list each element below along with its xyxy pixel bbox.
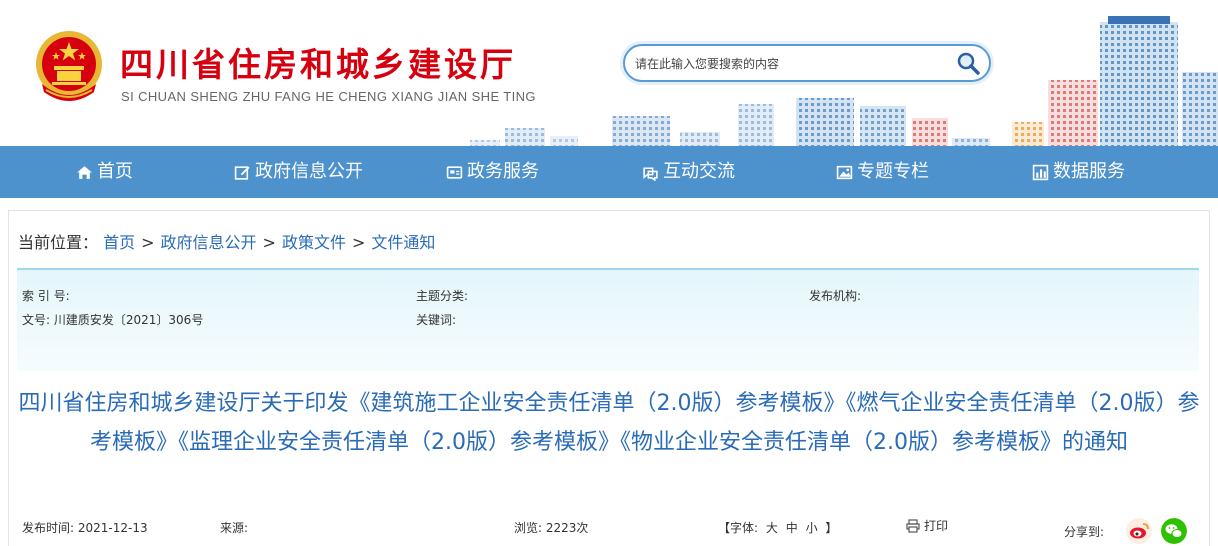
meta-keywords: 关键词: — [416, 311, 456, 328]
document-title: 四川省住房和城乡建设厅关于印发《建筑施工企业安全责任清单（2.0版）参考模板》《… — [18, 391, 1200, 455]
national-emblem-logo — [36, 31, 102, 101]
source: 来源: — [220, 519, 248, 536]
meta-index: 索 引 号: — [22, 287, 70, 304]
home-icon — [77, 165, 92, 179]
site-title: 四川省住房和城乡建设厅 — [120, 45, 516, 84]
publish-date-label: 发布时间: — [22, 521, 75, 535]
print-button[interactable]: 打印 — [906, 517, 948, 534]
wechat-share-icon[interactable] — [1161, 518, 1187, 544]
breadcrumb-link-home[interactable]: 首页 — [103, 233, 135, 252]
view-count: 浏览: 2223次 — [514, 519, 588, 536]
service-icon — [446, 165, 463, 179]
search-box — [623, 44, 991, 82]
nav-item-gov-info[interactable]: 政府信息公开 — [234, 146, 363, 198]
article-container: 当前位置： 首页 > 政府信息公开 > 政策文件 > 文件通知 索 引 号: 主题分类: 发… — [8, 210, 1210, 546]
printer-icon — [906, 518, 920, 533]
breadcrumb-prefix: 当前位置： — [18, 233, 99, 252]
site-header: 四川省住房和城乡建设厅 SI CHUAN SHENG ZHU FANG HE C… — [0, 0, 1218, 146]
breadcrumb-link-policy[interactable]: 政策文件 — [282, 233, 346, 252]
breadcrumb-separator: > — [262, 233, 276, 252]
meta-topic-label: 主题分类: — [416, 289, 469, 303]
font-size-medium-button[interactable]: 中 — [786, 521, 798, 535]
nav-item-special-topics[interactable]: 专题专栏 — [836, 146, 929, 198]
font-size-close: 】 — [825, 521, 838, 535]
nav-item-label: 首页 — [97, 161, 133, 182]
nav-item-label: 数据服务 — [1053, 161, 1125, 182]
view-count-label: 浏览: — [514, 521, 543, 535]
font-size-selector: 【字体: 大 中 小 】 — [716, 519, 839, 536]
document-metadata-box: 索 引 号: 主题分类: 发布机构: 文号: 川建质安发〔2021〕306号 关… — [17, 268, 1199, 371]
nav-item-label: 政府信息公开 — [255, 161, 363, 182]
site-subtitle: SI CHUAN SHENG ZHU FANG HE CHENG XIANG J… — [121, 89, 536, 104]
nav-item-interaction[interactable]: 互动交流 — [642, 146, 735, 198]
print-label: 打印 — [924, 519, 949, 533]
breadcrumb-separator: > — [141, 233, 155, 252]
weibo-share-icon[interactable] — [1126, 518, 1152, 544]
meta-keywords-label: 关键词: — [416, 313, 457, 327]
publish-date: 发布时间: 2021-12-13 — [22, 519, 148, 536]
meta-index-label: 索 引 号: — [22, 289, 70, 303]
nav-item-home[interactable]: 首页 — [76, 146, 133, 198]
view-count-value: 2223次 — [545, 521, 589, 535]
image-icon — [836, 165, 853, 179]
interaction-icon — [643, 166, 658, 181]
breadcrumb-link-notices[interactable]: 文件通知 — [371, 233, 435, 252]
share-label: 分享到: — [1064, 525, 1105, 539]
meta-docno: 文号: 川建质安发〔2021〕306号 — [22, 311, 203, 328]
nav-item-label: 政务服务 — [467, 161, 539, 182]
nav-item-services[interactable]: 政务服务 — [446, 146, 539, 198]
meta-docno-value: 川建质安发〔2021〕306号 — [53, 313, 204, 327]
publish-date-value: 2021-12-13 — [77, 521, 148, 535]
meta-docno-label: 文号: — [22, 313, 51, 327]
meta-org-label: 发布机构: — [809, 289, 862, 303]
breadcrumb: 当前位置： 首页 > 政府信息公开 > 政策文件 > 文件通知 — [18, 229, 435, 253]
edit-icon — [234, 165, 250, 180]
chart-icon — [1032, 164, 1049, 180]
breadcrumb-separator: > — [351, 233, 366, 252]
meta-topic: 主题分类: — [416, 287, 468, 304]
font-size-large-button[interactable]: 大 — [766, 521, 778, 535]
breadcrumb-link-gov-info[interactable]: 政府信息公开 — [161, 233, 257, 252]
font-size-small-button[interactable]: 小 — [806, 521, 818, 535]
main-nav: 首页 政府信息公开 政务服务 互动交流 专题专栏 数据服务 — [0, 146, 1218, 198]
search-icon[interactable] — [955, 50, 981, 76]
search-input[interactable] — [635, 53, 955, 75]
source-label: 来源: — [220, 521, 249, 535]
nav-item-label: 专题专栏 — [857, 161, 929, 182]
nav-item-label: 互动交流 — [663, 161, 735, 182]
font-size-label: 【字体: — [718, 521, 759, 535]
meta-org: 发布机构: — [809, 287, 861, 304]
nav-item-data-services[interactable]: 数据服务 — [1032, 146, 1125, 198]
